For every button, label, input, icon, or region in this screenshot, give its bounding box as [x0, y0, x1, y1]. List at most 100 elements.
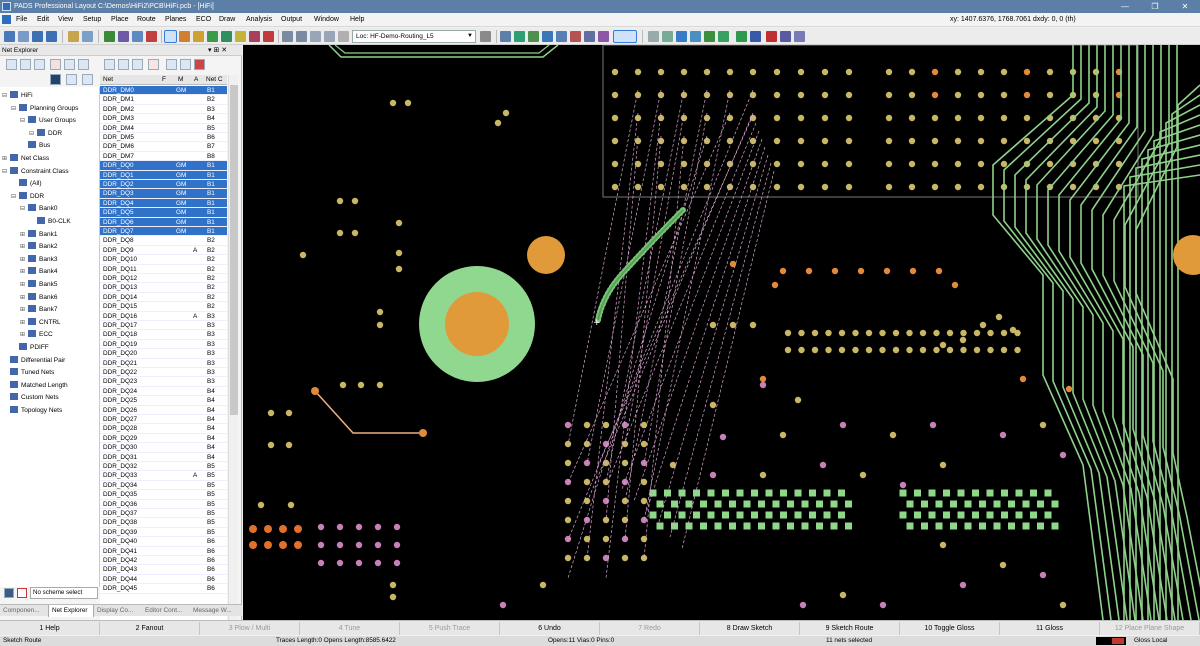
menu-planes[interactable]: Planes — [165, 15, 186, 25]
menu-help[interactable]: Help — [350, 15, 364, 25]
menu-draw[interactable]: Draw — [219, 15, 235, 25]
net-icon[interactable] — [750, 31, 761, 42]
tree-item[interactable]: ⊟ Bank0 — [20, 203, 57, 215]
cut-icon[interactable] — [68, 31, 79, 42]
check-icon[interactable] — [736, 31, 747, 42]
function-key[interactable]: 2 Fanout — [100, 622, 200, 635]
tree-item[interactable]: B0-CLK — [29, 216, 71, 228]
net-row[interactable]: DDR_DQ4 GM B1 — [100, 198, 227, 209]
function-key[interactable]: 8 Draw Sketch — [700, 622, 800, 635]
net-row[interactable]: DDR_DQ36 B5 — [100, 500, 227, 509]
net-row[interactable]: DDR_DM7 B8 — [100, 152, 227, 162]
menu-route[interactable]: Route — [137, 15, 156, 25]
gloss-icon[interactable] — [570, 31, 581, 42]
net-row[interactable]: DDR_DQ32 B5 — [100, 462, 227, 472]
net-row[interactable]: DDR_DQ40 B6 — [100, 537, 227, 547]
net-row[interactable]: DDR_DM5 B6 — [100, 133, 227, 143]
net-row[interactable]: DDR_DQ17 B3 — [100, 321, 227, 331]
net-row[interactable]: DDR_DQ18 B3 — [100, 330, 227, 340]
net-row[interactable]: DDR_DQ7 GM B1 — [100, 227, 227, 237]
add-via-icon[interactable] — [235, 31, 246, 42]
net-row[interactable]: DDR_DQ34 B5 — [100, 481, 227, 491]
pcb-drawing[interactable]: + — [243, 45, 1200, 620]
zoom-out-icon[interactable] — [296, 31, 307, 42]
tree-item[interactable]: ⊟ HiFi — [2, 90, 33, 102]
tree-item[interactable]: ⊞ Bank4 — [20, 266, 57, 278]
tree-item[interactable]: (All) — [11, 178, 42, 190]
save-icon[interactable] — [4, 31, 15, 42]
tree-item[interactable]: PDIFF — [11, 342, 49, 354]
expand-toggle-icon[interactable]: ⊟ — [20, 115, 26, 127]
tree-item[interactable]: ⊞ Bank3 — [20, 254, 57, 266]
open-icon[interactable] — [18, 31, 29, 42]
net-row[interactable]: DDR_DQ29 B4 — [100, 434, 227, 444]
net-row[interactable]: DDR_DQ30 B4 — [100, 443, 227, 453]
arc-icon[interactable] — [662, 31, 673, 42]
grid-sort-icon[interactable] — [118, 59, 129, 70]
measure-icon[interactable] — [249, 31, 260, 42]
tree-item[interactable]: Custom Nets — [2, 392, 59, 404]
tree-item[interactable]: ⊟ User Groups — [20, 115, 76, 127]
grid-expand-icon[interactable] — [132, 59, 143, 70]
net-row[interactable]: DDR_DQ2 GM B1 — [100, 180, 227, 190]
tree-item[interactable]: ⊞ Bank1 — [20, 229, 57, 241]
expand-toggle-icon[interactable]: ⊟ — [29, 128, 35, 140]
tree-item[interactable]: ⊞ Bank2 — [20, 241, 57, 253]
double-chevron-left-icon[interactable] — [82, 74, 93, 85]
expand-toggle-icon[interactable]: ⊞ — [20, 266, 26, 278]
expand-toggle-icon[interactable]: ⊟ — [20, 203, 26, 215]
match-icon[interactable] — [166, 59, 177, 70]
net-row[interactable]: DDR_DQ26 B4 — [100, 406, 227, 415]
expand-icon[interactable] — [20, 59, 31, 70]
tree-item[interactable]: ⊞ Bank6 — [20, 292, 57, 304]
function-key[interactable]: 9 Sketch Route — [800, 622, 900, 635]
tab-components[interactable]: Componen... — [0, 605, 48, 617]
diffpair-add-icon[interactable] — [64, 59, 75, 70]
net-row[interactable]: DDR_DQ21 B3 — [100, 359, 227, 368]
report-icon[interactable] — [780, 31, 791, 42]
net-row[interactable]: DDR_DQ27 B4 — [100, 415, 227, 425]
net-row[interactable]: DDR_DM6 B7 — [100, 142, 227, 152]
grid-icon[interactable] — [500, 31, 511, 42]
menu-window[interactable]: Window — [314, 15, 339, 25]
col-net[interactable]: Net — [103, 75, 113, 85]
expand-toggle-icon[interactable]: ⊞ — [20, 229, 26, 241]
net-row[interactable]: DDR_DQ24 B4 — [100, 387, 227, 397]
place-mode-icon[interactable] — [179, 31, 190, 42]
highlight-net-icon[interactable] — [194, 59, 205, 70]
tree-item[interactable]: ⊟ DDR — [29, 128, 62, 140]
grid-scrollbar[interactable] — [228, 75, 238, 628]
function-key[interactable]: 6 Undo — [500, 622, 600, 635]
trace-icon[interactable] — [704, 31, 715, 42]
net-row[interactable]: DDR_DQ10 B2 — [100, 255, 227, 265]
redo-icon[interactable] — [46, 31, 57, 42]
net-row[interactable]: DDR_DQ39 B5 — [100, 528, 227, 538]
tree-item[interactable]: ⊞ Bank5 — [20, 279, 57, 291]
copper-icon[interactable] — [718, 31, 729, 42]
net-row[interactable]: DDR_DQ28 B4 — [100, 424, 227, 434]
zoom-fit-icon[interactable] — [310, 31, 321, 42]
save-scheme-icon[interactable] — [4, 588, 14, 598]
panel-pin-button[interactable]: ▾ ⊞ ✕ — [208, 46, 227, 55]
net-row[interactable]: DDR_DQ5 GM B1 — [100, 208, 227, 218]
net-row[interactable]: DDR_DQ43 B6 — [100, 565, 227, 575]
expand-toggle-icon[interactable]: ⊞ — [20, 279, 26, 291]
net-row[interactable]: DDR_DQ6 GM B1 — [100, 217, 227, 227]
menu-eco[interactable]: ECO — [196, 15, 211, 25]
filter-icon[interactable] — [6, 59, 17, 70]
select-mode-icon[interactable] — [164, 30, 177, 43]
net-row[interactable]: DDR_DQ0 GM B1 — [100, 161, 227, 171]
expand-toggle-icon[interactable]: ⊞ — [20, 292, 26, 304]
net-row[interactable]: DDR_DQ8 B2 — [100, 236, 227, 246]
menu-output[interactable]: Output — [281, 15, 302, 25]
expand-toggle-icon[interactable]: ⊞ — [2, 153, 8, 165]
close-button[interactable]: ✕ — [1170, 0, 1200, 13]
col-net-class[interactable]: Net C — [206, 75, 223, 85]
function-key[interactable]: 12 Place Plane Shape — [1100, 622, 1200, 635]
net-row[interactable]: DDR_DQ35 B5 — [100, 490, 227, 500]
expand-toggle-icon[interactable]: ⊞ — [20, 317, 26, 329]
expand-toggle-icon[interactable]: ⊟ — [2, 90, 8, 102]
pcb-canvas[interactable]: + — [243, 45, 1200, 620]
net-row[interactable]: DDR_DQ38 B5 — [100, 518, 227, 528]
net-row[interactable]: DDR_DM2 B3 — [100, 105, 227, 115]
